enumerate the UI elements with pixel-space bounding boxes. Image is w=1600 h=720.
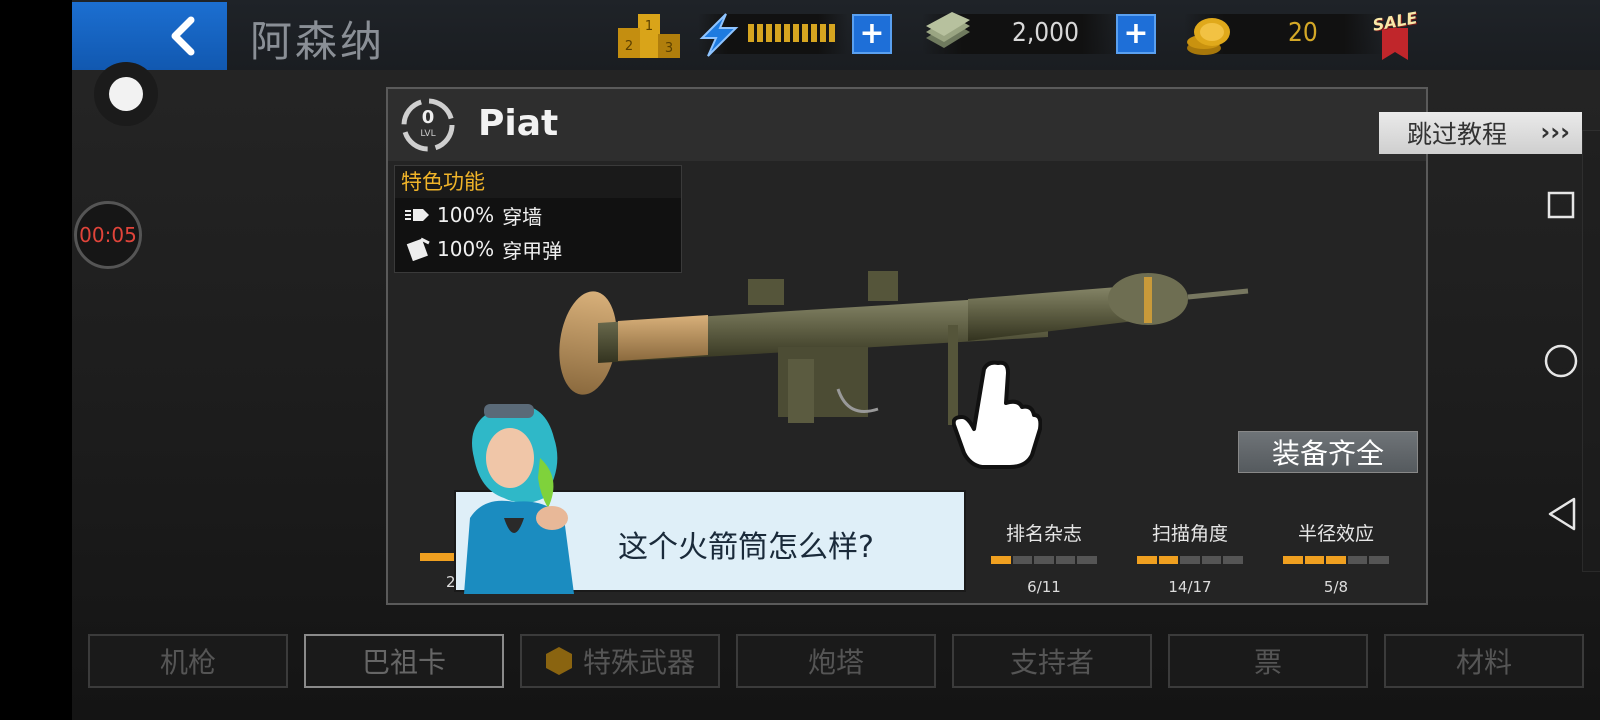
stat-bar-segment: [1180, 556, 1200, 564]
gold-coins-icon: [1187, 18, 1230, 55]
skip-label: 跳过教程: [1407, 120, 1508, 149]
stat-bar: [991, 556, 1097, 564]
cash-plus-button[interactable]: +: [1116, 14, 1156, 54]
bazooka-image: [559, 271, 1249, 425]
hexagon-icon: [545, 647, 572, 675]
tab-label: 炮塔: [807, 646, 864, 679]
svg-text:3: 3: [665, 41, 673, 56]
level-number: 0: [421, 107, 435, 128]
stat-bar-segment: [1326, 556, 1346, 564]
stat-value: 5/8: [1323, 578, 1349, 596]
features-title: 特色功能: [395, 166, 681, 198]
stat-bar-segment: [1283, 556, 1303, 564]
weapon-name: Piat: [478, 103, 559, 144]
feature-label: 穿墙: [502, 204, 543, 229]
stat-bar-segment: [1369, 556, 1389, 564]
stat-bar-segment: [1034, 556, 1054, 564]
screen-record-button[interactable]: [94, 62, 158, 126]
back-button[interactable]: [72, 2, 227, 70]
tab-label: 机枪: [159, 646, 216, 679]
podium-icon[interactable]: 1 2 3: [616, 10, 682, 60]
recording-timer: 00:05: [74, 201, 142, 269]
home-icon[interactable]: [1543, 343, 1579, 379]
next-weapon-preview: [1582, 130, 1600, 572]
stat-bar-segment: [1055, 556, 1076, 564]
stat-bar-segment: [1201, 556, 1222, 564]
chevron-left-icon: [171, 16, 195, 56]
tab-label: 支持者: [1009, 646, 1094, 679]
features-box: 特色功能 100% 穿墙 100% 穿甲弹: [394, 165, 682, 273]
stat-bar-segment: [1347, 556, 1368, 564]
stat-bar-segment: [1012, 556, 1033, 564]
skip-tutorial-button[interactable]: 跳过教程 ›››: [1379, 112, 1582, 154]
tab-tickets[interactable]: 票: [1168, 634, 1368, 688]
feature-value: 100%: [437, 237, 495, 261]
back-nav-icon[interactable]: [1546, 496, 1578, 532]
stat-bar-segment: [1223, 556, 1243, 564]
tutorial-hand-pointer-icon: [952, 360, 1042, 469]
tab-label: 特殊武器: [582, 646, 695, 679]
svg-text:1: 1: [645, 19, 653, 34]
level-label: LVL: [420, 129, 436, 139]
stat-label: 半径效应: [1297, 523, 1374, 545]
tab-bazooka[interactable]: 巴祖卡: [304, 634, 504, 688]
wall-pierce-icon: [405, 209, 429, 221]
stat-bar-segment: [1077, 556, 1097, 564]
svg-text:2: 2: [625, 39, 633, 54]
plus-icon: +: [859, 16, 885, 51]
lightning-icon: [699, 13, 739, 57]
cash-stack-icon: [926, 12, 970, 48]
feature-row: 100% 穿墙: [395, 198, 681, 232]
stat-bar: [1137, 556, 1243, 564]
stat-bar: [1283, 556, 1389, 564]
armor-piercing-icon: [406, 237, 430, 261]
tab-label: 票: [1253, 646, 1282, 679]
stat-value: 6/11: [1027, 578, 1061, 596]
stat-value: 14/17: [1168, 578, 1212, 596]
stat-magazine: 排名杂志 6/11: [984, 519, 1104, 596]
tab-materials[interactable]: 材料: [1384, 634, 1584, 688]
equipped-button[interactable]: 装备齐全: [1238, 431, 1418, 473]
stat-scan-angle: 扫描角度 14/17: [1130, 519, 1250, 596]
tab-special-weapons[interactable]: 特殊武器: [520, 634, 720, 688]
game-screen: 阿森纳 1 2 3 + 2,000 + 20 SALE 0 LVL Piat 特…: [72, 0, 1600, 720]
recent-apps-icon[interactable]: [1546, 190, 1576, 220]
tab-turret[interactable]: 炮塔: [736, 634, 936, 688]
energy-plus-button[interactable]: +: [852, 14, 892, 54]
stat-bar-segment: [1137, 556, 1157, 564]
stat-radius-effect: 半径效应 5/8: [1276, 519, 1396, 596]
dialogue-text: 这个火箭筒怎么样?: [618, 530, 874, 565]
triple-chevron-right-icon: ›››: [1540, 118, 1570, 146]
panel-header: 0 LVL Piat: [388, 89, 1426, 161]
stat-bar-segment: [991, 556, 1011, 564]
level-badge: 0 LVL: [400, 97, 456, 153]
sale-badge[interactable]: SALE: [1371, 6, 1419, 60]
record-dot-icon: [109, 77, 143, 111]
feature-value: 100%: [437, 203, 495, 227]
top-bar: 阿森纳 1 2 3 + 2,000 + 20 SALE: [72, 0, 1600, 70]
tab-label: 巴祖卡: [361, 646, 446, 679]
stat-label: 排名杂志: [1005, 523, 1082, 545]
stat-bar-segment: [1158, 556, 1179, 564]
tab-label: 材料: [1455, 646, 1512, 679]
energy-segments: [748, 24, 835, 42]
guide-character-portrait: [464, 404, 574, 594]
page-title: 阿森纳: [250, 17, 386, 66]
coins-value: 20: [1288, 18, 1318, 48]
cash-value: 2,000: [1012, 18, 1079, 48]
plus-icon: +: [1123, 16, 1149, 51]
stat-label: 扫描角度: [1151, 523, 1228, 545]
tab-supporters[interactable]: 支持者: [952, 634, 1152, 688]
tab-machine-gun[interactable]: 机枪: [88, 634, 288, 688]
stat-bar-segment: [1304, 556, 1325, 564]
